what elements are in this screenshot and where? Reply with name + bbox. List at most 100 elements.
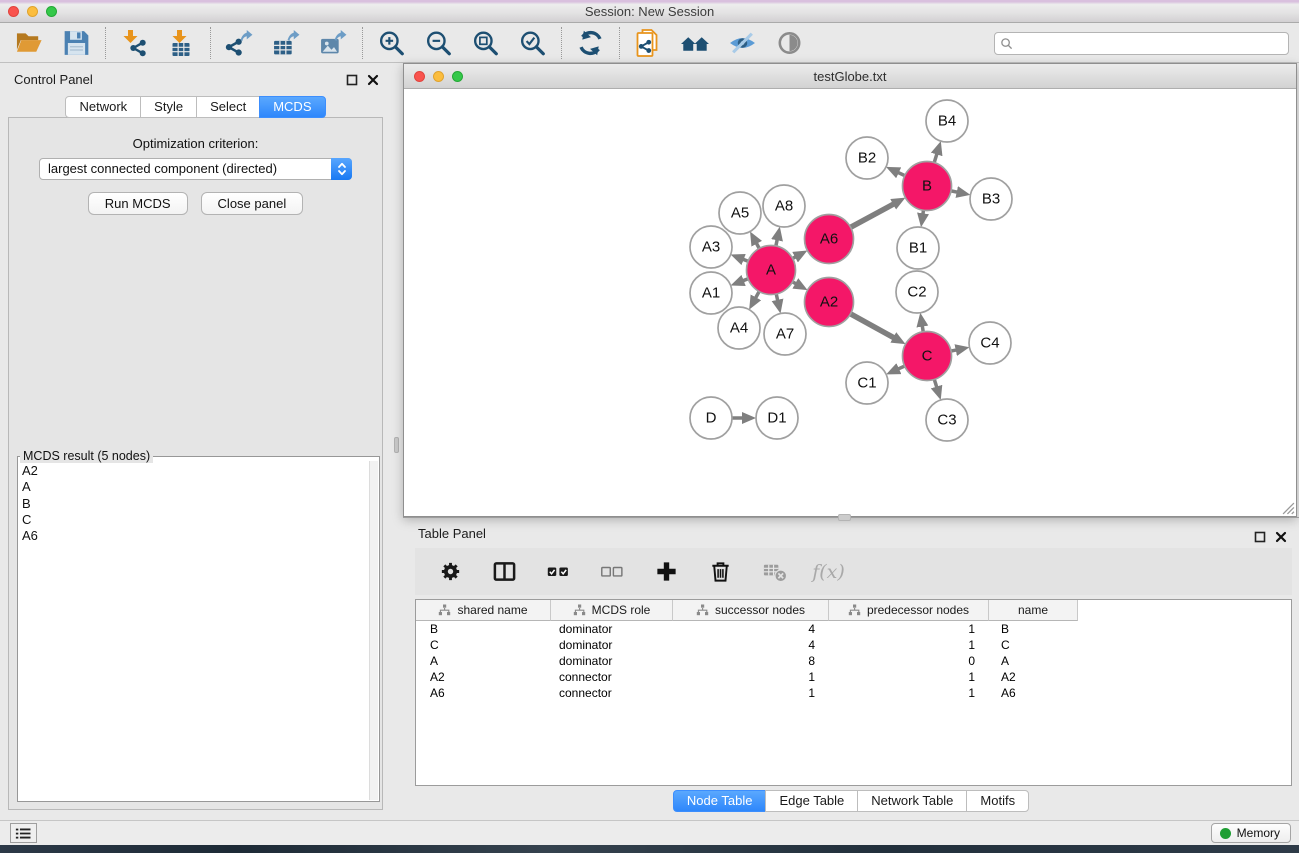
zoom-fit-icon[interactable] — [470, 28, 501, 58]
graph-edge-C-C4[interactable] — [951, 350, 958, 351]
table-cell[interactable]: dominator — [551, 654, 673, 668]
table-cell[interactable]: 1 — [829, 622, 989, 636]
tab-motifs[interactable]: Motifs — [966, 790, 1029, 812]
table-cell[interactable]: 1 — [673, 670, 829, 684]
close-panel-icon[interactable] — [367, 73, 379, 85]
column-header-successor-nodes[interactable]: successor nodes — [673, 600, 829, 621]
zoom-out-icon[interactable] — [423, 28, 454, 58]
column-header-MCDS-role[interactable]: MCDS role — [551, 600, 673, 621]
task-history-button[interactable] — [10, 823, 37, 843]
close-table-panel-icon[interactable] — [1275, 530, 1287, 542]
tab-style[interactable]: Style — [140, 96, 197, 118]
zoom-selected-icon[interactable] — [517, 28, 548, 58]
delete-column-icon[interactable] — [705, 557, 736, 587]
result-item[interactable]: B — [22, 496, 369, 512]
table-cell[interactable]: B — [416, 622, 551, 636]
result-item[interactable]: A2 — [22, 463, 369, 479]
table-cell[interactable]: B — [989, 622, 1078, 636]
table-cell[interactable]: C — [416, 638, 551, 652]
float-panel-icon[interactable] — [346, 73, 358, 85]
graph-edge-C-C2[interactable] — [922, 325, 923, 332]
table-cell[interactable]: A — [989, 654, 1078, 668]
export-image-icon[interactable] — [318, 28, 349, 58]
table-cell[interactable]: A2 — [416, 670, 551, 684]
graph-edge-B-B3[interactable] — [951, 191, 959, 193]
graph-edge-A-A3[interactable] — [742, 259, 748, 261]
open-session-icon[interactable] — [14, 28, 45, 58]
table-cell[interactable]: A6 — [416, 686, 551, 700]
column-header-shared-name[interactable]: shared name — [416, 600, 551, 621]
graph-edge-A-A7[interactable] — [776, 294, 778, 302]
table-cell[interactable]: 1 — [673, 686, 829, 700]
table-cell[interactable]: A6 — [989, 686, 1078, 700]
resize-grip-icon[interactable] — [1282, 502, 1295, 515]
table-cell[interactable]: 8 — [673, 654, 829, 668]
table-cell[interactable]: A — [416, 654, 551, 668]
graph-edge-A-A4[interactable] — [755, 291, 759, 299]
import-table-icon[interactable] — [166, 28, 197, 58]
network-canvas[interactable]: B4B2BB3B1A5A8A6A3AA1A4A7A2C2CC4C1C3DD1 — [404, 89, 1296, 516]
tab-node-table[interactable]: Node Table — [673, 790, 767, 812]
tab-edge-table[interactable]: Edge Table — [765, 790, 858, 812]
graph-edge-A6-B[interactable] — [851, 203, 895, 227]
save-session-icon[interactable] — [61, 28, 92, 58]
graph-edge-A-A8[interactable] — [776, 238, 778, 246]
column-header-predecessor-nodes[interactable]: predecessor nodes — [829, 600, 989, 621]
table-cell[interactable]: connector — [551, 670, 673, 684]
zoom-in-icon[interactable] — [376, 28, 407, 58]
table-row[interactable]: Cdominator41C — [416, 637, 1291, 653]
unselect-all-icon[interactable] — [597, 557, 628, 587]
graph-edge-C-C1[interactable] — [897, 366, 905, 369]
select-all-icon[interactable] — [543, 557, 574, 587]
tab-network[interactable]: Network — [65, 96, 141, 118]
table-cell[interactable]: connector — [551, 686, 673, 700]
table-cell[interactable]: 0 — [829, 654, 989, 668]
criterion-dropdown[interactable]: largest connected component (directed) — [39, 158, 352, 180]
network-from-selection-icon[interactable] — [633, 28, 664, 58]
table-cell[interactable]: dominator — [551, 622, 673, 636]
table-cell[interactable]: 1 — [829, 638, 989, 652]
export-network-icon[interactable] — [224, 28, 255, 58]
result-item[interactable]: A — [22, 479, 369, 495]
toggle-panel-icon[interactable] — [489, 557, 520, 587]
mcds-result-list[interactable]: A2ABCA6 — [18, 461, 369, 801]
graph-edge-A-A1[interactable] — [742, 279, 748, 281]
result-item[interactable]: A6 — [22, 528, 369, 544]
network-window-titlebar[interactable]: testGlobe.txt — [404, 64, 1296, 89]
table-cell[interactable]: A2 — [989, 670, 1078, 684]
table-options-icon[interactable] — [435, 557, 466, 587]
tab-select[interactable]: Select — [196, 96, 260, 118]
add-column-icon[interactable] — [651, 557, 682, 587]
graph-edge-C-C3[interactable] — [934, 379, 937, 388]
tab-network-table[interactable]: Network Table — [857, 790, 967, 812]
column-header-name[interactable]: name — [989, 600, 1078, 621]
result-scrollbar[interactable] — [369, 461, 378, 800]
table-row[interactable]: A6connector11A6 — [416, 685, 1291, 701]
table-cell[interactable]: 1 — [829, 686, 989, 700]
export-table-icon[interactable] — [271, 28, 302, 58]
graph-edge-A2-C[interactable] — [850, 314, 895, 339]
table-cell[interactable]: 4 — [673, 638, 829, 652]
tab-mcds[interactable]: MCDS — [259, 96, 325, 118]
close-panel-button[interactable]: Close panel — [201, 192, 304, 215]
hide-selected-icon[interactable] — [727, 28, 758, 58]
panel-divider-grip[interactable] — [394, 437, 399, 453]
graph-edge-A-A5[interactable] — [756, 242, 760, 248]
table-cell[interactable]: dominator — [551, 638, 673, 652]
table-row[interactable]: Adominator80A — [416, 653, 1291, 669]
table-cell[interactable]: 4 — [673, 622, 829, 636]
memory-button[interactable]: Memory — [1211, 823, 1291, 843]
graph-edge-B-B2[interactable] — [897, 172, 905, 176]
graph-edge-B-B4[interactable] — [934, 153, 937, 163]
table-cell[interactable]: C — [989, 638, 1078, 652]
run-mcds-button[interactable]: Run MCDS — [88, 192, 188, 215]
refresh-layout-icon[interactable] — [575, 28, 606, 58]
float-table-panel-icon[interactable] — [1254, 530, 1266, 542]
first-neighbors-icon[interactable] — [680, 28, 711, 58]
search-input[interactable] — [994, 32, 1289, 55]
result-item[interactable]: C — [22, 512, 369, 528]
table-cell[interactable]: 1 — [829, 670, 989, 684]
import-network-icon[interactable] — [119, 28, 150, 58]
show-all-icon[interactable] — [774, 28, 805, 58]
table-row[interactable]: A2connector11A2 — [416, 669, 1291, 685]
